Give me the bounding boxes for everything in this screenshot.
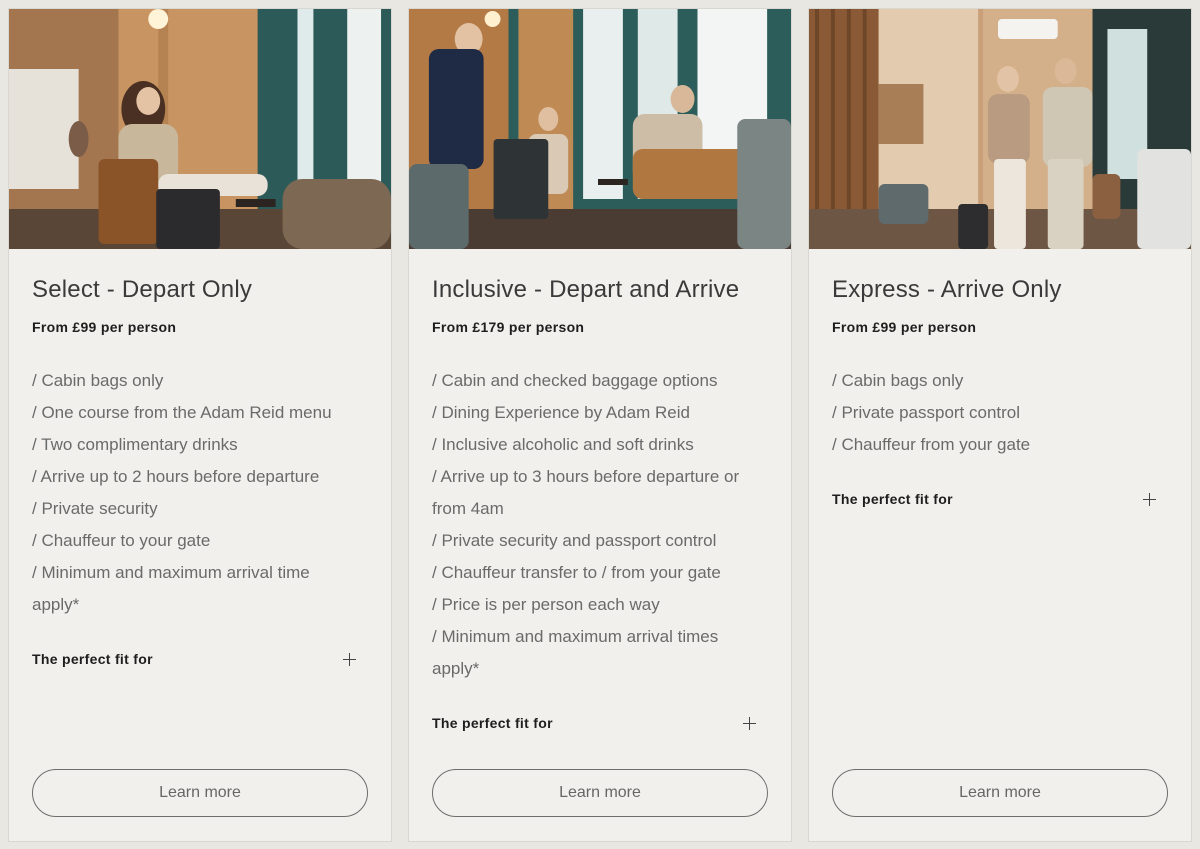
feature-item: apply* [32, 595, 80, 614]
feature-list: / Cabin bags only / Private passport con… [832, 365, 1168, 461]
feature-item: / Cabin and checked baggage options [432, 371, 718, 390]
feature-item: / Dining Experience by Adam Reid [432, 403, 690, 422]
feature-item: apply* [432, 659, 480, 678]
feature-item: / Cabin bags only [832, 371, 964, 390]
plus-icon[interactable] [343, 652, 356, 666]
feature-item: from 4am [432, 499, 504, 518]
feature-item: / Arrive up to 3 hours before departure … [432, 467, 740, 486]
package-card-express: Express - Arrive Only From £99 per perso… [808, 8, 1192, 842]
feature-list: / Cabin and checked baggage options / Di… [432, 365, 768, 685]
feature-item: / Private security and passport control [432, 531, 717, 550]
feature-item: / Inclusive alcoholic and soft drinks [432, 435, 694, 454]
perfect-fit-toggle[interactable]: The perfect fit for [432, 715, 768, 731]
learn-more-button[interactable]: Learn more [432, 769, 768, 817]
package-title: Express - Arrive Only [832, 276, 1062, 303]
package-cards: Select - Depart Only From £99 per person… [8, 8, 1192, 842]
feature-item: / Private passport control [832, 403, 1021, 422]
perfect-fit-label: The perfect fit for [32, 651, 153, 667]
feature-item: / Arrive up to 2 hours before departure [32, 467, 320, 486]
perfect-fit-label: The perfect fit for [432, 715, 553, 731]
perfect-fit-toggle[interactable]: The perfect fit for [32, 651, 368, 667]
package-price: From £179 per person [432, 319, 585, 335]
card-body: Inclusive - Depart and Arrive From £179 … [409, 249, 791, 731]
perfect-fit-label: The perfect fit for [832, 491, 953, 507]
feature-item: / Cabin bags only [32, 371, 164, 390]
feature-item: / Minimum and maximum arrival times [432, 627, 719, 646]
perfect-fit-toggle[interactable]: The perfect fit for [832, 491, 1168, 507]
feature-list: / Cabin bags only / One course from the … [32, 365, 368, 621]
package-card-inclusive: Inclusive - Depart and Arrive From £179 … [408, 8, 792, 842]
feature-item: / Chauffeur to your gate [32, 531, 211, 550]
feature-item: / Price is per person each way [432, 595, 660, 614]
learn-more-button[interactable]: Learn more [832, 769, 1168, 817]
lounge-photo-select [9, 9, 391, 249]
card-body: Select - Depart Only From £99 per person… [9, 249, 391, 667]
plus-icon[interactable] [743, 716, 756, 730]
lounge-photo-inclusive [409, 9, 791, 249]
plus-icon[interactable] [1143, 492, 1156, 506]
feature-item: / Private security [32, 499, 158, 518]
lounge-photo-express [809, 9, 1191, 249]
package-price: From £99 per person [832, 319, 977, 335]
feature-item: / Chauffeur transfer to / from your gate [432, 563, 721, 582]
package-title: Select - Depart Only [32, 276, 253, 303]
package-title: Inclusive - Depart and Arrive [432, 276, 740, 303]
package-card-select: Select - Depart Only From £99 per person… [8, 8, 392, 842]
feature-item: / One course from the Adam Reid menu [32, 403, 332, 422]
feature-item: / Minimum and maximum arrival time [32, 563, 310, 582]
package-price: From £99 per person [32, 319, 177, 335]
feature-item: / Chauffeur from your gate [832, 435, 1031, 454]
learn-more-button[interactable]: Learn more [32, 769, 368, 817]
feature-item: / Two complimentary drinks [32, 435, 238, 454]
card-body: Express - Arrive Only From £99 per perso… [809, 249, 1191, 507]
